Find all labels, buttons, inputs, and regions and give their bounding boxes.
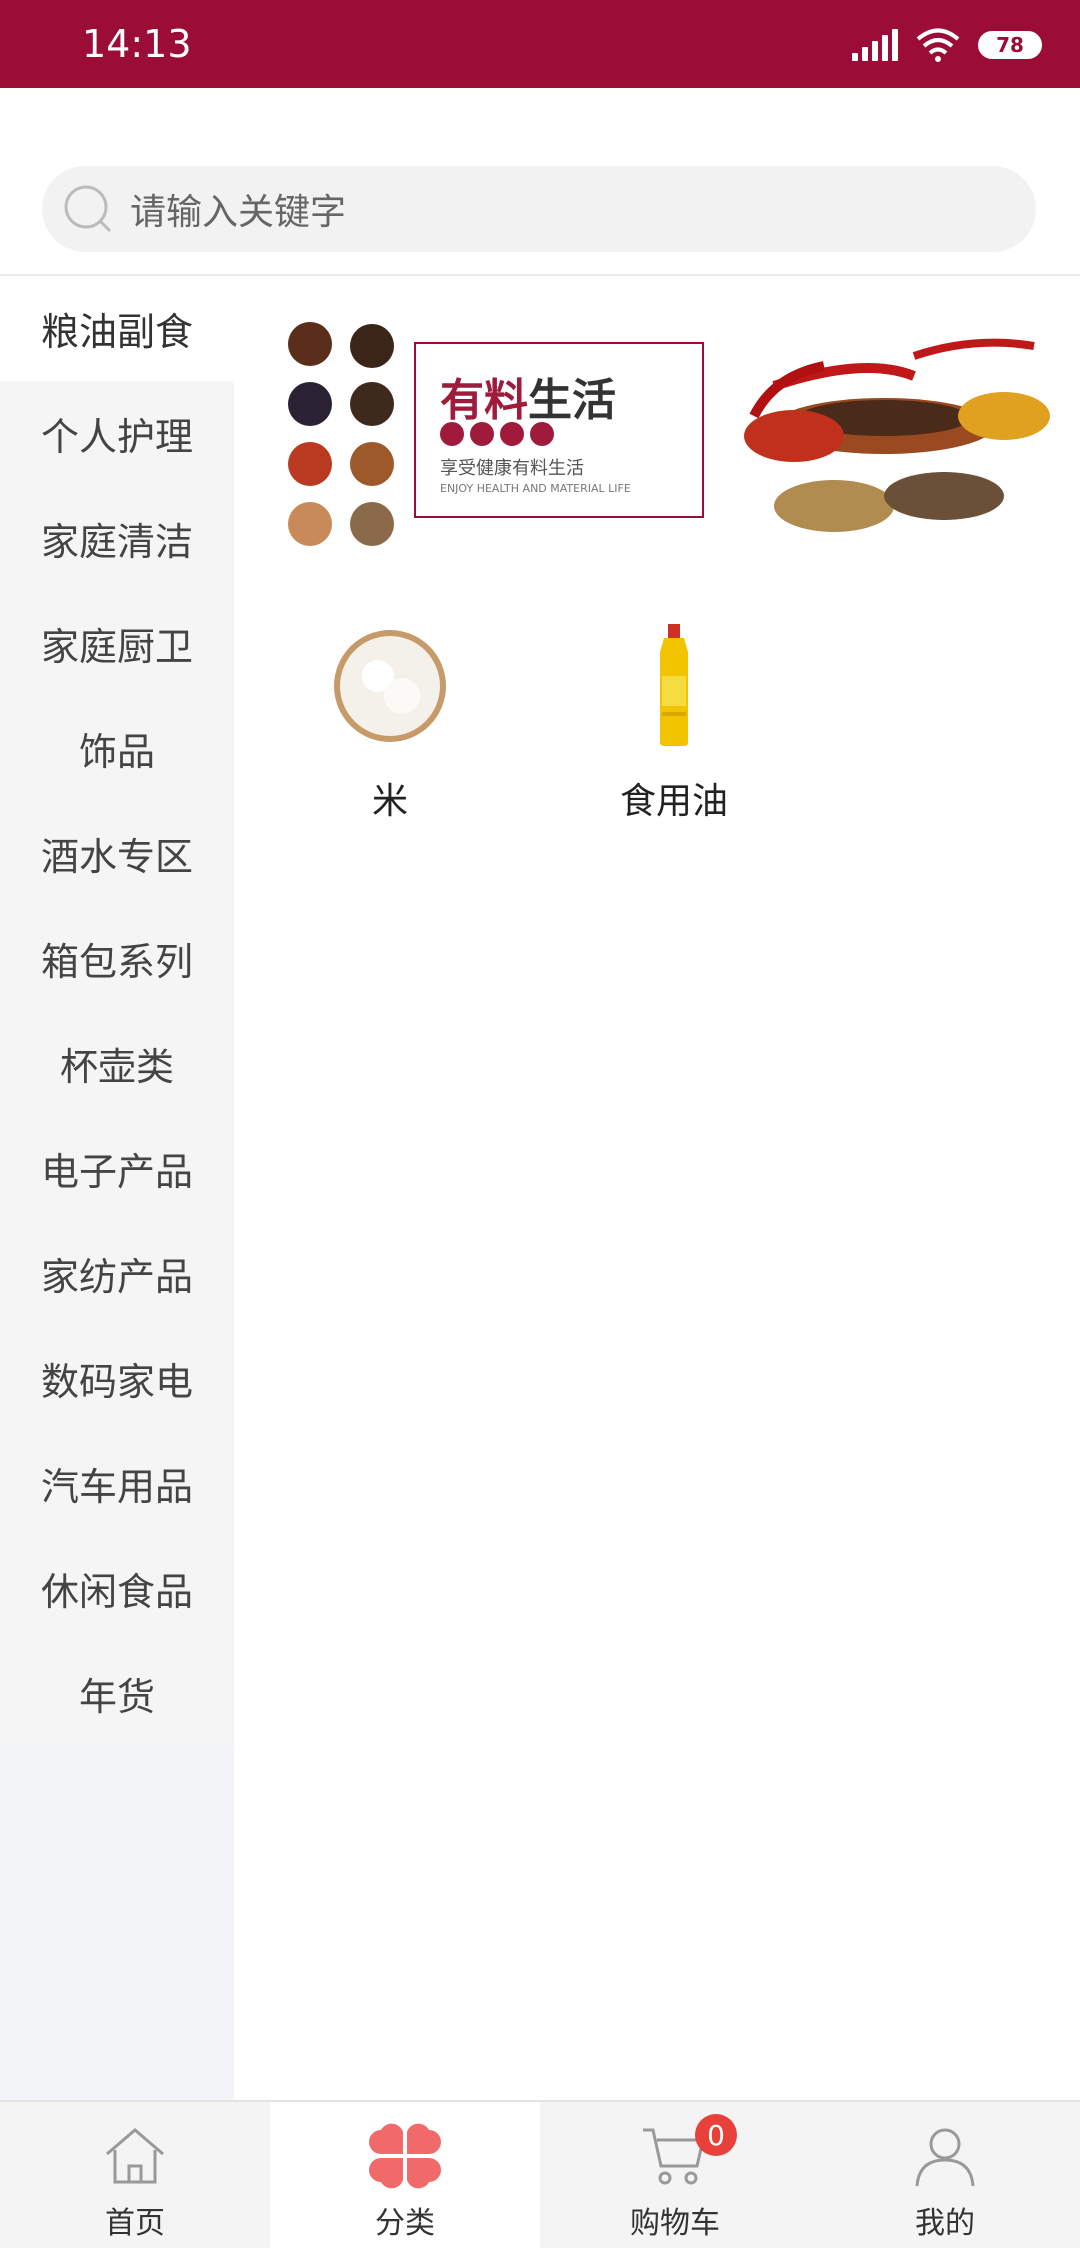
category-banner[interactable]: 有料生活 享受健康有料生活 ENJOY HEALTH AND MATERIAL … <box>264 306 1054 568</box>
sidebar-item-label: 箱包系列 <box>40 940 193 984</box>
bottom-tabbar: 首页 分类 0 购物车 我的 <box>0 2100 1080 2248</box>
tab-home[interactable]: 首页 <box>0 2102 270 2248</box>
product-item[interactable]: 食用油 <box>564 624 784 824</box>
spice-bowl-icon <box>288 382 332 426</box>
banner-tag-icon <box>440 422 464 446</box>
sidebar-item-6[interactable]: 箱包系列 <box>0 906 234 1011</box>
sidebar-item-2[interactable]: 家庭清洁 <box>0 486 234 591</box>
banner-title-part1: 有料 <box>440 375 528 426</box>
sidebar-item-10[interactable]: 数码家电 <box>0 1326 234 1431</box>
product-name: 食用油 <box>619 781 728 822</box>
tab-mine[interactable]: 我的 <box>810 2102 1080 2248</box>
sidebar-item-label: 家庭清洁 <box>40 520 193 564</box>
spice-bowl-icon <box>288 502 332 546</box>
spice-bowl-icon <box>288 442 332 486</box>
sidebar-item-label: 休闲食品 <box>40 1570 193 1614</box>
sidebar-item-7[interactable]: 杯壶类 <box>0 1011 234 1116</box>
tab-category[interactable]: 分类 <box>270 2102 540 2248</box>
spice-bowl-icon <box>350 502 394 546</box>
spice-bowl-icon <box>350 324 394 368</box>
sidebar-item-label: 家庭厨卫 <box>40 625 193 669</box>
banner-subtitle: 享受健康有料生活 <box>440 458 584 479</box>
home-icon <box>106 2128 164 2184</box>
category-content: 有料生活 享受健康有料生活 ENJOY HEALTH AND MATERIAL … <box>234 276 1080 2101</box>
sidebar-item-12[interactable]: 休闲食品 <box>0 1536 234 1641</box>
sidebar-item-label: 家纺产品 <box>40 1255 193 1299</box>
sidebar-item-9[interactable]: 家纺产品 <box>0 1221 234 1326</box>
battery-level: 78 <box>996 33 1024 57</box>
sidebar-item-label: 杯壶类 <box>59 1045 174 1089</box>
tab-label: 分类 <box>375 2206 435 2241</box>
product-grid: 米 食用油 <box>280 624 784 824</box>
banner-title: 有料生活 <box>440 364 616 428</box>
sidebar-item-label: 电子产品 <box>40 1150 193 1194</box>
category-icon <box>369 2123 441 2189</box>
sidebar-item-label: 汽车用品 <box>40 1465 193 1509</box>
sidebar-item-4[interactable]: 饰品 <box>0 696 234 801</box>
search-icon <box>64 185 112 233</box>
tab-cart[interactable]: 0 购物车 <box>540 2102 810 2248</box>
sidebar-item-label: 年货 <box>78 1675 155 1719</box>
spices-illustration-icon <box>744 338 1050 532</box>
sidebar-item-0[interactable]: 粮油副食 <box>0 276 234 381</box>
sidebar-item-8[interactable]: 电子产品 <box>0 1116 234 1221</box>
sidebar-item-label: 粮油副食 <box>40 310 193 354</box>
tab-label: 我的 <box>915 2206 975 2241</box>
tab-label: 购物车 <box>630 2206 720 2241</box>
sidebar-item-label: 酒水专区 <box>40 835 193 879</box>
sidebar-item-label: 饰品 <box>78 730 155 774</box>
cart-badge: 0 <box>695 2114 737 2156</box>
status-icons: 78 <box>852 28 1042 62</box>
sidebar-item-label: 数码家电 <box>40 1360 193 1404</box>
header: 请输入关键字 <box>0 88 1080 276</box>
banner-title-part2: 生活 <box>528 375 616 426</box>
rice-bowl-icon <box>330 626 450 746</box>
banner-tags <box>440 422 554 446</box>
search-input[interactable]: 请输入关键字 <box>42 166 1036 252</box>
battery-icon: 78 <box>978 31 1042 59</box>
signal-icon <box>852 29 898 61</box>
sidebar-item-5[interactable]: 酒水专区 <box>0 801 234 906</box>
search-placeholder: 请输入关键字 <box>130 192 347 233</box>
sidebar-item-11[interactable]: 汽车用品 <box>0 1431 234 1536</box>
cart-icon-wrap: 0 <box>639 2114 737 2192</box>
product-item[interactable]: 米 <box>280 626 500 824</box>
banner-tag-icon <box>500 422 524 446</box>
status-time: 14:13 <box>82 22 192 66</box>
tab-label: 首页 <box>105 2206 165 2241</box>
status-bar: 14:13 78 <box>0 0 1080 88</box>
sidebar-item-3[interactable]: 家庭厨卫 <box>0 591 234 696</box>
product-name: 米 <box>371 781 408 822</box>
wifi-icon <box>916 28 960 62</box>
oil-bottle-icon <box>614 624 734 746</box>
banner-subtitle-en: ENJOY HEALTH AND MATERIAL LIFE <box>440 482 631 495</box>
spice-bowl-icon <box>350 382 394 426</box>
banner-tag-icon <box>470 422 494 446</box>
spice-bowl-icon <box>350 442 394 486</box>
category-sidebar: 粮油副食 个人护理 家庭清洁 家庭厨卫 饰品 酒水专区 箱包系列 杯壶类 电子产… <box>0 276 234 2101</box>
sidebar-item-1[interactable]: 个人护理 <box>0 381 234 486</box>
spice-bowl-icon <box>288 322 332 366</box>
sidebar-item-label: 个人护理 <box>40 415 193 459</box>
banner-tag-icon <box>530 422 554 446</box>
user-icon <box>915 2128 975 2187</box>
sidebar-item-13[interactable]: 年货 <box>0 1641 234 1746</box>
